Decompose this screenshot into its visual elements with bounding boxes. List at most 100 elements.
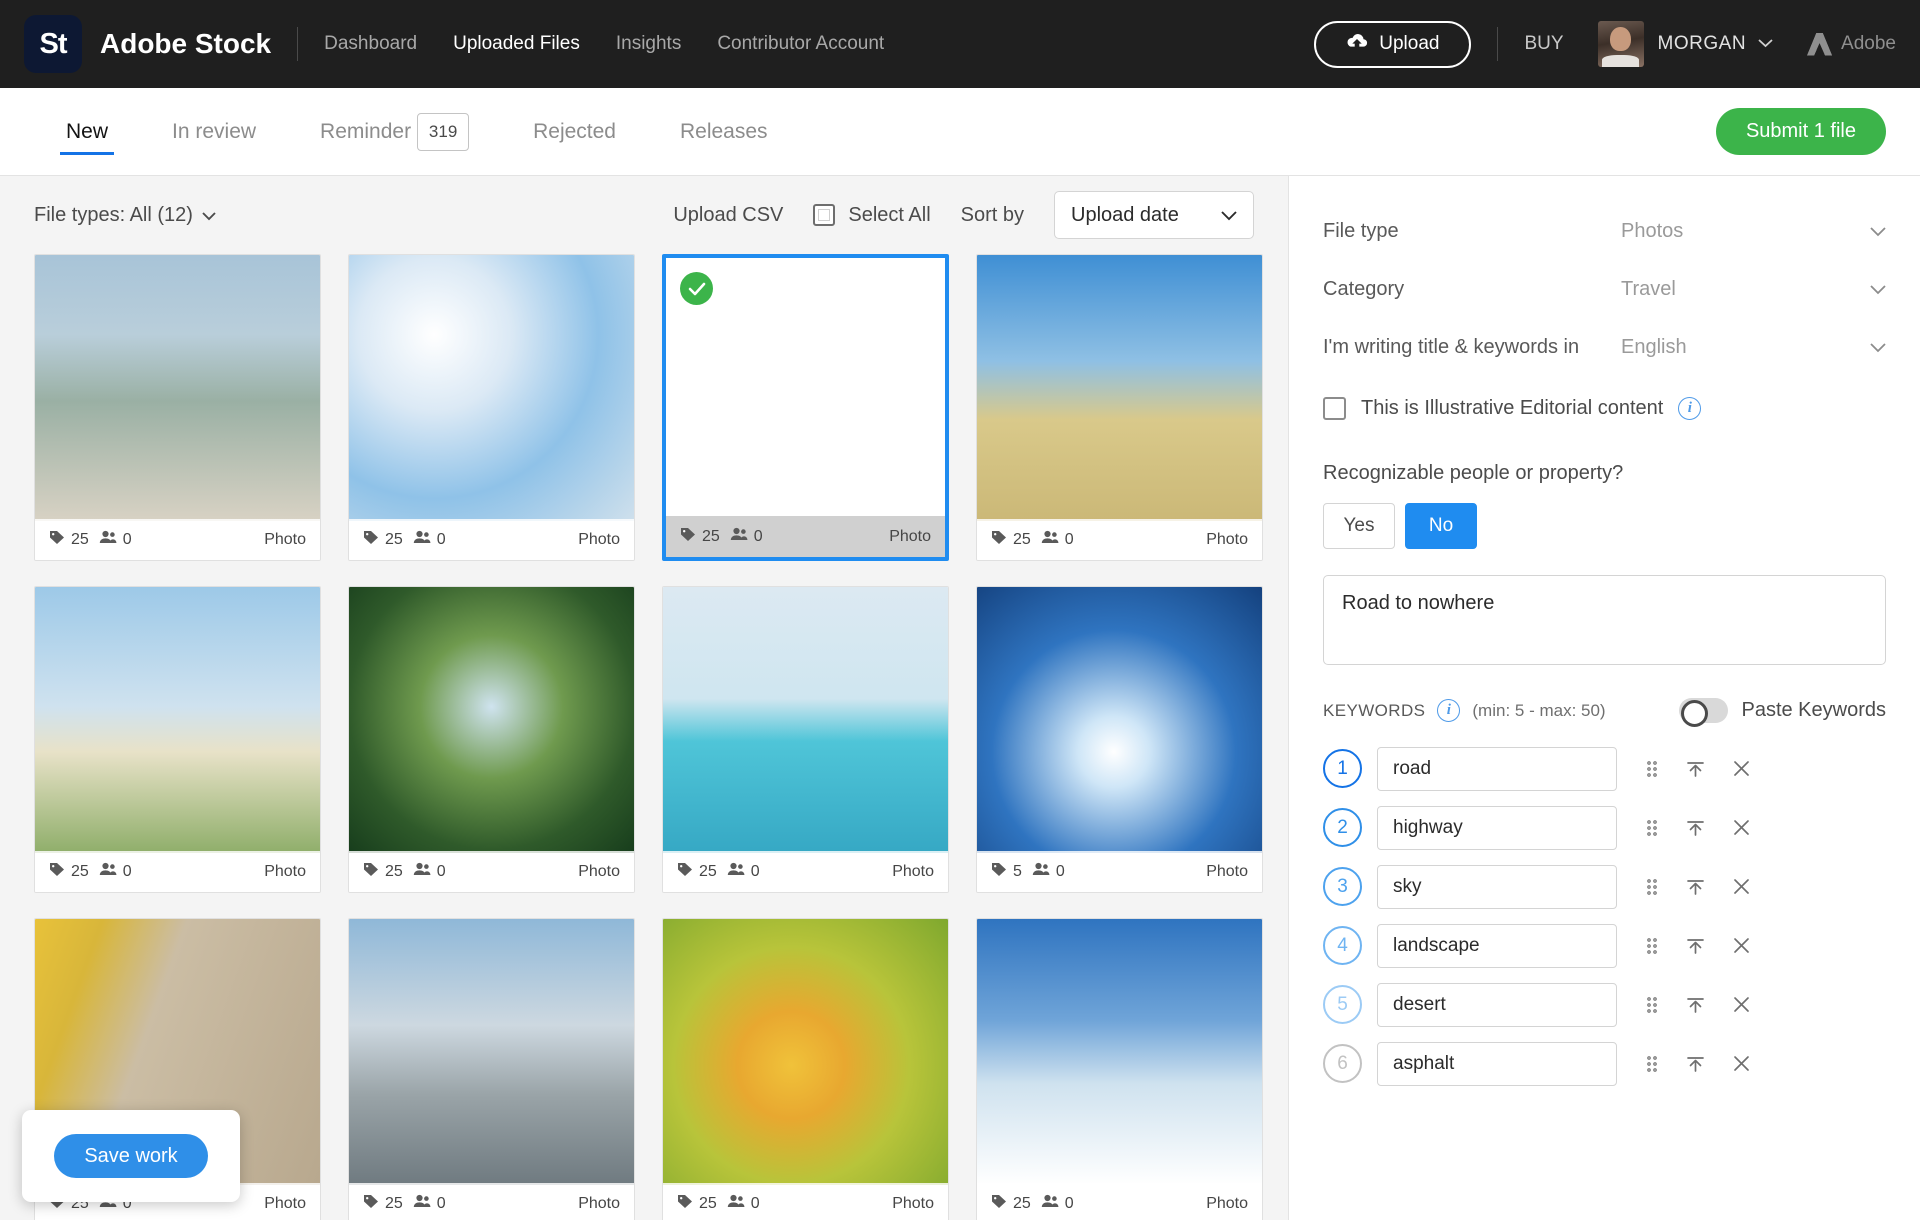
field-file-type-value: Photos <box>1621 219 1684 242</box>
file-thumbnail <box>349 255 634 521</box>
keyword-actions <box>1646 937 1750 954</box>
file-tile[interactable]: 25 0 Photo <box>662 254 949 561</box>
keyword-input[interactable] <box>1377 982 1617 1027</box>
file-tile[interactable]: 25 0 Photo <box>976 918 1263 1220</box>
info-icon[interactable]: i <box>1678 396 1702 420</box>
tag-icon <box>991 862 1007 882</box>
release-count-value: 0 <box>1055 862 1065 880</box>
move-to-top-icon[interactable] <box>1686 1055 1705 1072</box>
file-tile[interactable]: 25 0 Photo <box>348 254 635 561</box>
tab-new[interactable]: New <box>34 88 140 175</box>
select-all-checkbox[interactable] <box>813 204 836 226</box>
brand-title: Adobe Stock <box>100 28 272 59</box>
keyword-count: 25 <box>991 530 1031 550</box>
save-work-button[interactable]: Save work <box>54 1134 208 1178</box>
tab-reminder[interactable]: Reminder 319 <box>288 88 501 175</box>
sort-by-select[interactable]: Upload date <box>1054 191 1254 239</box>
asset-title-input[interactable]: Road to nowhere <box>1323 575 1886 665</box>
adobe-stock-logo-icon[interactable]: St <box>24 15 82 73</box>
release-count-value: 0 <box>436 862 446 880</box>
buy-link[interactable]: BUY <box>1524 33 1563 55</box>
file-tile[interactable]: 25 0 Photo <box>348 918 635 1220</box>
nav-item-insights[interactable]: Insights <box>616 33 681 55</box>
header-actions: Upload BUY MORGAN Adobe <box>1314 20 1896 68</box>
illustrative-editorial-label: This is Illustrative Editorial content <box>1361 396 1664 419</box>
upload-button[interactable]: Upload <box>1314 20 1472 68</box>
remove-keyword-icon[interactable] <box>1733 760 1750 777</box>
file-tile[interactable]: 25 0 Photo <box>34 586 321 893</box>
file-thumbnail <box>977 587 1262 853</box>
paste-keywords-control[interactable]: Paste Keywords <box>1679 698 1886 727</box>
keyword-row: 4 <box>1323 916 1886 975</box>
tab-new-label: New <box>66 119 109 143</box>
keyword-input[interactable] <box>1377 746 1617 791</box>
nav-item-contributor-account[interactable]: Contributor Account <box>717 33 884 55</box>
tag-icon <box>363 530 379 550</box>
tab-rejected[interactable]: Rejected <box>501 88 648 175</box>
nav-item-dashboard[interactable]: Dashboard <box>324 33 417 55</box>
keyword-row: 1 <box>1323 739 1886 798</box>
file-tile[interactable]: 5 0 Photo <box>976 586 1263 893</box>
keyword-input[interactable] <box>1377 923 1617 968</box>
drag-handle-icon[interactable] <box>1646 760 1658 777</box>
drag-handle-icon[interactable] <box>1646 937 1658 954</box>
move-to-top-icon[interactable] <box>1686 878 1705 895</box>
tag-icon <box>677 862 693 882</box>
illustrative-editorial-checkbox[interactable] <box>1323 396 1346 420</box>
adobe-a-icon <box>1807 32 1833 56</box>
upload-button-label: Upload <box>1379 33 1440 54</box>
remove-keyword-icon[interactable] <box>1733 1055 1750 1072</box>
keyword-count: 25 <box>363 1194 403 1214</box>
drag-handle-icon[interactable] <box>1646 878 1658 895</box>
field-language[interactable]: I'm writing title & keywords in English <box>1323 318 1886 376</box>
tag-icon <box>363 862 379 882</box>
keyword-input[interactable] <box>1377 864 1617 909</box>
file-tile[interactable]: 25 0 Photo <box>662 586 949 893</box>
drag-handle-icon[interactable] <box>1646 996 1658 1013</box>
field-category[interactable]: Category Travel <box>1323 260 1886 318</box>
file-type-label: Photo <box>578 862 620 880</box>
recognizable-no-button[interactable]: No <box>1405 503 1477 549</box>
file-tile[interactable]: 25 0 Photo <box>662 918 949 1220</box>
drag-handle-icon[interactable] <box>1646 819 1658 836</box>
move-to-top-icon[interactable] <box>1686 937 1705 954</box>
keyword-input[interactable] <box>1377 805 1617 850</box>
illustrative-editorial-row[interactable]: This is Illustrative Editorial content i <box>1323 380 1886 436</box>
keyword-input[interactable] <box>1377 1041 1617 1086</box>
release-count: 0 <box>1032 862 1065 881</box>
release-count: 0 <box>413 1194 446 1213</box>
people-icon <box>413 530 431 549</box>
keyword-count-value: 25 <box>71 862 89 880</box>
select-all-control[interactable]: Select All <box>813 204 931 227</box>
move-to-top-icon[interactable] <box>1686 996 1705 1013</box>
file-types-label: File types: All (12) <box>34 203 193 226</box>
avatar <box>1597 21 1644 67</box>
move-to-top-icon[interactable] <box>1686 819 1705 836</box>
remove-keyword-icon[interactable] <box>1733 819 1750 836</box>
field-file-type[interactable]: File type Photos <box>1323 202 1886 260</box>
files-pane: File types: All (12) Upload CSV Select A… <box>0 176 1288 1220</box>
info-icon[interactable]: i <box>1437 699 1461 722</box>
user-menu[interactable]: MORGAN <box>1597 21 1774 67</box>
file-type-label: Photo <box>578 530 620 548</box>
file-tile[interactable]: 25 0 Photo <box>34 254 321 561</box>
submit-files-button[interactable]: Submit 1 file <box>1715 108 1886 155</box>
tab-in-review[interactable]: In review <box>140 88 288 175</box>
remove-keyword-icon[interactable] <box>1733 996 1750 1013</box>
drag-handle-icon[interactable] <box>1646 1055 1658 1072</box>
file-types-filter[interactable]: File types: All (12) <box>34 204 216 227</box>
release-count-value: 0 <box>750 862 760 880</box>
file-tile[interactable]: 25 0 Photo <box>976 254 1263 561</box>
nav-item-uploaded-files[interactable]: Uploaded Files <box>453 33 580 55</box>
move-to-top-icon[interactable] <box>1686 760 1705 777</box>
release-count-value: 0 <box>1064 530 1074 548</box>
keyword-count: 25 <box>363 862 403 882</box>
remove-keyword-icon[interactable] <box>1733 878 1750 895</box>
upload-csv-button[interactable]: Upload CSV <box>673 204 783 227</box>
keyword-actions <box>1646 996 1750 1013</box>
recognizable-yes-button[interactable]: Yes <box>1323 503 1395 549</box>
tab-releases[interactable]: Releases <box>648 88 800 175</box>
file-tile[interactable]: 25 0 Photo <box>348 586 635 893</box>
paste-keywords-toggle[interactable] <box>1679 698 1729 727</box>
remove-keyword-icon[interactable] <box>1733 937 1750 954</box>
